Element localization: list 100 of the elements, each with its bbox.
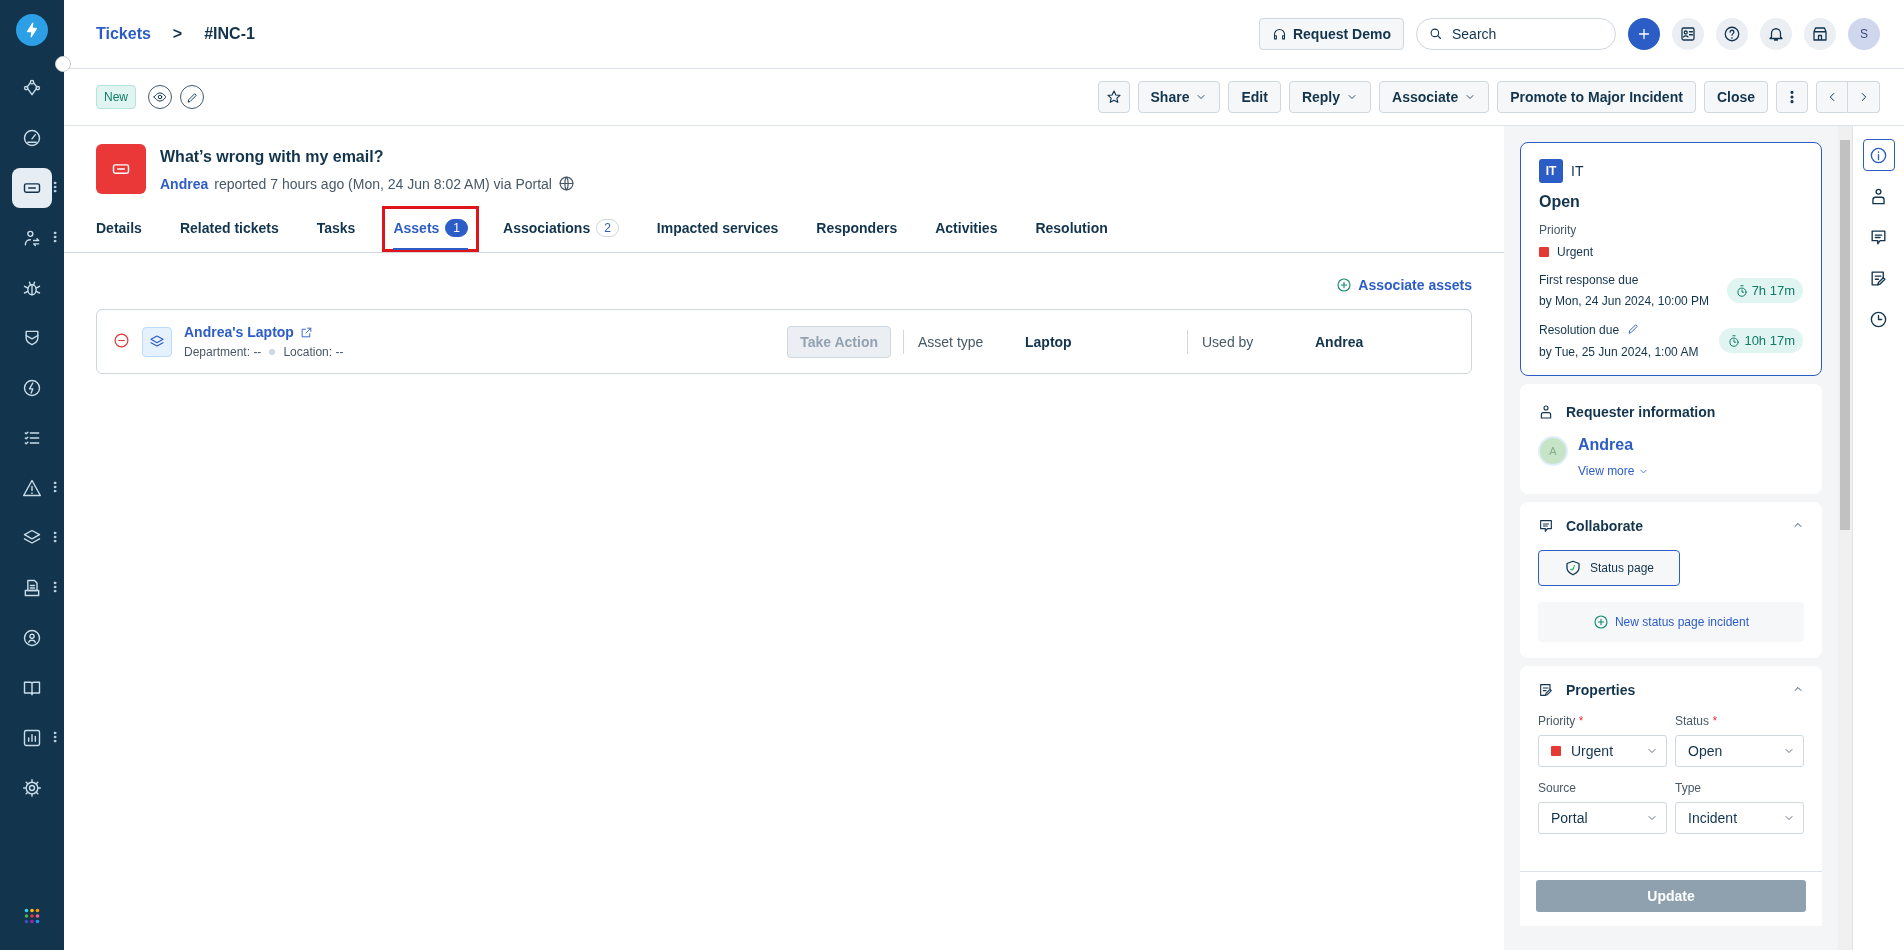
clock-icon [1869,309,1888,329]
toolbar-button[interactable]: Share [1137,81,1221,113]
watch-button[interactable] [148,85,172,109]
chat-icon [1538,518,1554,534]
tab[interactable]: Activities [935,206,1004,252]
breadcrumb-separator: > [172,25,183,43]
user-avatar[interactable]: S [1848,18,1880,50]
external-link-icon [299,325,313,339]
toolbar-button[interactable]: Edit [1228,81,1281,113]
plus-circle-icon [1336,277,1353,293]
breadcrumb-link[interactable]: Tickets [96,25,151,43]
warning-icon [22,478,42,498]
properties-title: Properties [1566,682,1636,698]
pencil-icon [1627,322,1641,335]
store-icon [1811,25,1829,43]
dropdown-field[interactable]: Open [1675,735,1804,767]
field-label: Source [1538,781,1578,795]
add-button[interactable] [1628,18,1660,50]
view-more-link[interactable]: View more [1578,464,1650,478]
book-icon [22,678,42,698]
toolbar-button[interactable]: Close [1703,81,1768,113]
sla-label: Resolution due [1539,323,1620,337]
tab[interactable]: Tasks [316,206,362,252]
group-badge: IT [1539,159,1563,183]
note-edit-icon [1869,268,1888,288]
scrollbar-thumb[interactable] [1840,140,1850,530]
note-edit-icon [1538,682,1554,698]
chat-icon [1869,227,1888,247]
bug-icon [22,278,42,298]
heart-nodes-icon [22,78,42,98]
globe-icon [558,175,575,192]
help-icon [1723,25,1741,43]
notifications-button[interactable] [1760,18,1792,50]
status-page-button[interactable]: Status page [1538,550,1680,586]
sla-label: First response due [1539,273,1639,287]
search-field[interactable]: Search [1416,18,1616,50]
pencil-icon [185,90,199,104]
ticket-subject: What’s wrong with my email? [160,148,385,166]
field-label: Priority * [1538,714,1585,728]
associate-assets-link[interactable]: Associate assets [1336,277,1472,293]
department-label: Department: -- [184,345,262,359]
tab[interactable]: Assets 1 [393,209,469,249]
sla-timer: 10h 17m [1719,328,1803,353]
tab[interactable]: Related tickets [179,206,285,252]
tab[interactable]: Details [96,206,148,252]
contact-card-button[interactable] [1672,18,1704,50]
priority-value: Urgent [1557,245,1594,259]
dropdown-field[interactable]: Incident [1675,802,1804,834]
requester-avatar: A [1538,436,1568,466]
search-icon [1428,26,1443,41]
status-tag: New [96,85,136,109]
used-by-label: Used by [1187,329,1303,354]
person-icon [1538,404,1554,420]
person-icon [1869,186,1888,206]
toolbar-button[interactable]: Reply [1288,81,1372,113]
bar-chart-icon [22,728,42,748]
minus-circle-icon [113,331,130,349]
settings-icon [22,778,42,798]
toolbar-button[interactable]: Associate [1379,81,1490,113]
tab[interactable]: Responders [816,206,904,252]
shield-icon [22,328,42,348]
sla-timer: 7h 17m [1726,278,1803,303]
star-icon [1105,89,1122,105]
requester-link[interactable]: Andrea [160,175,209,192]
document-tray-icon [22,578,42,598]
plus-circle-icon [1592,614,1609,630]
sla-due-date: by Mon, 24 Jun 2024, 10:00 PM [1539,294,1710,308]
dropdown-field[interactable]: Portal [1538,802,1667,834]
request-demo-button[interactable]: Request Demo [1258,18,1404,50]
headset-icon [1271,26,1287,42]
star-button[interactable] [1097,81,1130,113]
status-page-icon [1563,559,1582,577]
ticket-status: Open [1539,193,1581,211]
lightning-circle-icon [22,378,42,398]
requester-name-link[interactable]: Andrea [1578,436,1634,453]
group-name: IT [1571,163,1584,179]
tab[interactable]: Associations 2 [503,206,625,252]
toolbar-button[interactable]: Promote to Major Incident [1497,81,1696,113]
dropdown-field[interactable]: Urgent [1538,735,1667,767]
store-button[interactable] [1804,18,1836,50]
contact-card-icon [1679,25,1697,43]
asset-type-label: Asset type [903,329,1013,354]
sidebar-item[interactable] [12,168,52,208]
info-icon [1869,145,1888,165]
sidebar-expand-button[interactable] [55,56,71,72]
help-button[interactable] [1716,18,1748,50]
ticket-id: #INC-1 [204,25,255,43]
requester-title: Requester information [1566,404,1716,420]
tab[interactable]: Resolution [1035,206,1114,252]
side-panel-tab[interactable] [1862,139,1895,171]
edit-button[interactable] [180,85,204,109]
app-logo[interactable] [16,14,48,46]
person-swap-icon [22,228,42,248]
priority-label: Priority [1539,223,1578,237]
asset-name-link[interactable]: Andrea's Laptop [184,324,344,340]
tab[interactable]: Impacted services [656,206,785,252]
ticket-meta: reported 7 hours ago (Mon, 24 Jun 8:02 AM) via Portal [214,175,552,192]
location-label: Location: -- [283,345,344,359]
bell-icon [1767,25,1785,43]
new-status-page-incident-button[interactable]: New status page incident [1538,602,1804,642]
